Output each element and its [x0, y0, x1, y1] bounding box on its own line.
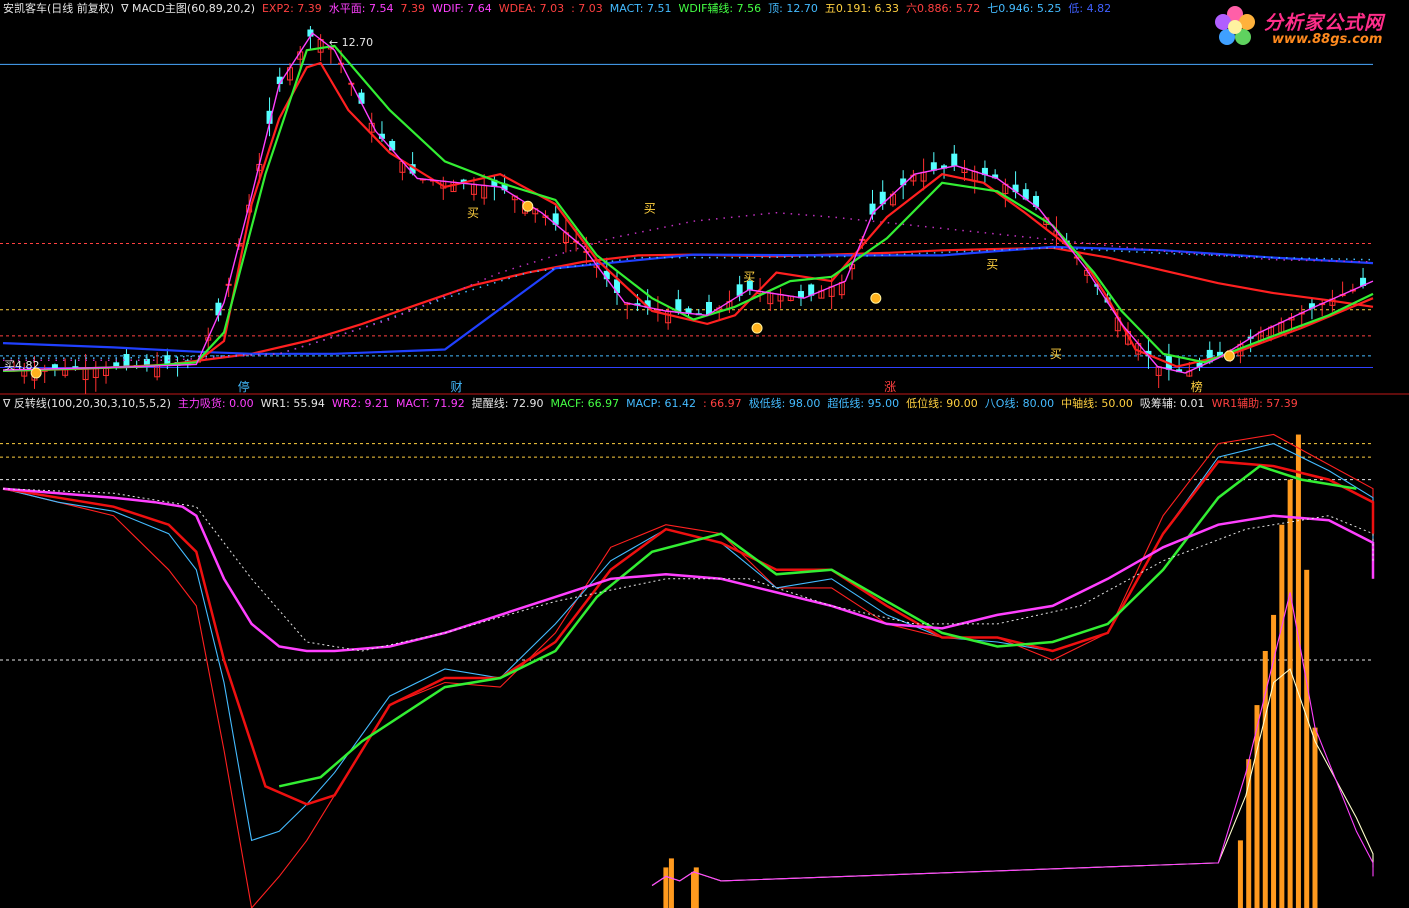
buy-marker: 买	[467, 206, 479, 220]
signal-dot	[870, 292, 882, 304]
high-label: ← 12.70	[329, 36, 373, 49]
signal-dot	[30, 367, 42, 379]
header-item-7: : 7.03	[571, 2, 603, 15]
accumulation-bar	[1246, 759, 1252, 908]
indicator-header-item-6: MACF: 66.97	[550, 397, 620, 410]
indicator-header-item-3: WR2: 9.21	[331, 397, 390, 410]
indicator-header-item-1: 主力吸货: 0.00	[177, 397, 254, 410]
accumulation-bar	[1312, 727, 1318, 908]
indicator-header-item-9: 极低线: 98.00	[748, 397, 821, 410]
header-item-5: WDIF: 7.64	[432, 2, 492, 15]
buy-marker: 买	[1050, 347, 1062, 361]
accumulation-bar	[1279, 524, 1285, 908]
accumulation-bar	[1262, 650, 1268, 908]
chart-stage: ← 12.70买4.82买 买买买买停财涨榜	[0, 0, 1409, 908]
header-item-3: 水平面: 7.54	[328, 2, 394, 15]
indicator-header-item-5: 提醒线: 72.90	[471, 397, 544, 410]
flower-logo-icon	[1215, 6, 1255, 45]
header-item-12: 六0.886: 5.72	[906, 2, 981, 15]
signal-dot	[522, 200, 534, 212]
indicator-header: ∇ 反转线(100,20,30,3,10,5,5,2) 主力吸货: 0.00 WR1…	[3, 397, 1305, 411]
signal-dot	[751, 322, 763, 334]
candle-body	[951, 153, 958, 167]
logo-url: www.88gs.com	[1272, 32, 1383, 47]
header-item-11: 五0.191: 6.33	[824, 2, 900, 15]
buy-marker: 买	[986, 257, 998, 271]
header-item-1: ∇ MACD主图(60,89,20,2)	[121, 2, 255, 15]
candle-body	[930, 162, 937, 171]
accumulation-bar	[668, 858, 674, 908]
header-item-0: 安凯客车(日线 前复权)	[3, 2, 115, 15]
accumulation-bar	[1304, 569, 1310, 908]
header-item-13: 七0.946: 5.25	[987, 2, 1062, 15]
buy-marker: 买	[743, 270, 755, 284]
accumulation-bar	[1287, 479, 1293, 908]
accumulation-bar	[1237, 840, 1243, 908]
indicator-header-item-11: 低位线: 90.00	[906, 397, 978, 410]
logo-title: 分析家公式网	[1264, 12, 1385, 34]
bottom-tag: 财	[450, 380, 462, 394]
signal-dot	[1223, 350, 1235, 362]
header-item-10: 顶: 12.70	[768, 2, 818, 15]
header-item-4: 7.39	[400, 2, 426, 15]
indicator-header-item-2: WR1: 55.94	[260, 397, 325, 410]
indicator-header-item-13: 中轴线: 50.00	[1061, 397, 1133, 410]
accumulation-bar	[663, 867, 669, 908]
header-item-9: WDIF辅线: 7.56	[678, 2, 762, 15]
indicator-header-item-8: : 66.97	[702, 397, 742, 410]
candle-body	[215, 302, 222, 316]
bottom-tag: 涨	[884, 379, 896, 394]
site-logo[interactable]: 分析家公式网 www.88gs.com	[1212, 2, 1408, 52]
candle-body	[808, 284, 815, 296]
accumulation-bar	[1295, 434, 1301, 908]
candle-body	[123, 354, 130, 368]
buy-marker: 买	[644, 202, 656, 216]
header-item-8: MACT: 7.51	[609, 2, 672, 15]
bottom-tag: 停	[238, 379, 250, 394]
main-chart-header: 安凯客车(日线 前复权) ∇ MACD主图(60,89,20,2) EXP2: 7.…	[3, 2, 1118, 16]
indicator-header-item-12: 八O线: 80.00	[984, 397, 1055, 410]
indicator-header-item-14: 吸筹辅: 0.01	[1139, 397, 1205, 410]
header-item-14: 低: 4.82	[1068, 2, 1112, 15]
indicator-header-item-7: MACP: 61.42	[626, 397, 696, 410]
bottom-tag: 榜	[1191, 379, 1203, 394]
header-item-2: EXP2: 7.39	[261, 2, 322, 15]
indicator-header-item-0: ∇ 反转线(100,20,30,3,10,5,5,2)	[3, 397, 171, 410]
indicator-header-item-4: MACT: 71.92	[396, 397, 465, 410]
indicator-header-item-15: WR1辅助: 57.39	[1211, 397, 1298, 410]
indicator-header-item-10: 超低线: 95.00	[827, 397, 900, 410]
header-item-6: WDEA: 7.03	[498, 2, 565, 15]
